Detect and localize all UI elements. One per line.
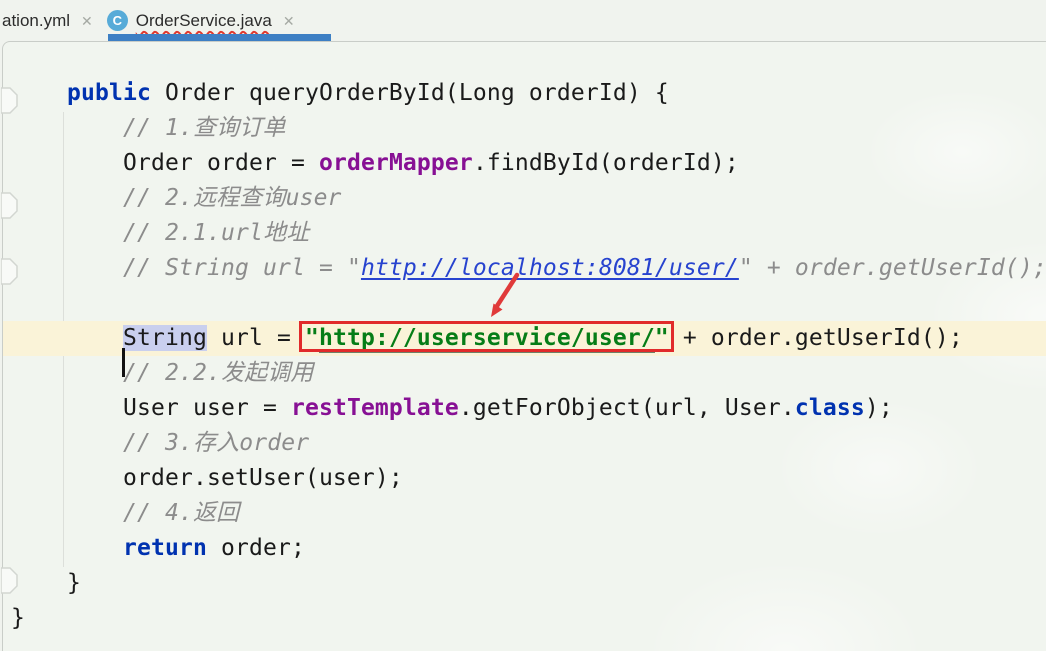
code-token: + order.getUserId(); <box>669 325 963 351</box>
code-line[interactable]: } <box>3 566 1046 601</box>
java-class-icon: C <box>107 10 128 31</box>
code-token: ); <box>865 395 893 421</box>
code-line[interactable]: return order; <box>3 531 1046 566</box>
code-token: // 2.远程查询user <box>123 185 342 211</box>
code-token: // String url = " <box>123 255 361 281</box>
code-token <box>11 325 123 351</box>
code-token <box>11 360 123 386</box>
code-token: order.setUser(user); <box>11 465 403 491</box>
annotation-arrow-icon <box>470 265 530 327</box>
code-token: Order queryOrderById(Long orderId) { <box>151 80 669 106</box>
code-token <box>11 500 123 526</box>
code-token: } <box>11 570 81 596</box>
code-line[interactable]: // 4.返回 <box>3 496 1046 531</box>
code-token <box>11 185 123 211</box>
tab-application-yml[interactable]: ation.yml ✕ <box>0 0 93 41</box>
code-token: // 3.存入order <box>123 430 309 456</box>
code-token <box>11 535 123 561</box>
code-token: // 1.查询订单 <box>123 115 286 141</box>
code-token: .getForObject(url, User. <box>459 395 795 421</box>
annotation-red-box: "http://userservice/user/" <box>305 325 669 351</box>
code-token: // 4.返回 <box>123 500 239 526</box>
code-token: } <box>11 605 25 631</box>
code-token: return <box>123 535 207 561</box>
tab-label: OrderService.java <box>136 11 272 31</box>
code-token: class <box>795 395 865 421</box>
code-line[interactable]: order.setUser(user); <box>3 461 1046 496</box>
code-token: " <box>305 325 319 351</box>
code-token: url = <box>207 325 305 351</box>
editor-tab-bar: ation.yml ✕ C OrderService.java ✕ <box>0 0 1046 41</box>
close-icon[interactable]: ✕ <box>283 14 295 28</box>
code-token <box>11 220 123 246</box>
code-line[interactable]: // 3.存入order <box>3 426 1046 461</box>
code-token: public <box>67 80 151 106</box>
code-token: orderMapper <box>319 150 473 176</box>
code-line[interactable]: // 2.1.url地址 <box>3 216 1046 251</box>
code-line[interactable]: // 1.查询订单 <box>3 111 1046 146</box>
code-token: http://localhost:8081/user/ <box>361 255 739 281</box>
code-area[interactable]: public Order queryOrderById(Long orderId… <box>3 76 1046 636</box>
code-editor[interactable]: public Order queryOrderById(Long orderId… <box>2 41 1046 651</box>
code-token: // 2.2.发起调用 <box>123 360 314 386</box>
tab-label: ation.yml <box>2 11 70 31</box>
code-token <box>11 430 123 456</box>
code-token <box>11 80 67 106</box>
code-token: order; <box>207 535 305 561</box>
code-token: http://userservice/user/ <box>319 325 655 353</box>
code-line[interactable]: // 2.2.发起调用 <box>3 356 1046 391</box>
code-line[interactable]: } <box>3 601 1046 636</box>
code-token: Order order = <box>11 150 319 176</box>
active-tab-indicator <box>108 34 331 41</box>
code-token: // 2.1.url地址 <box>123 220 309 246</box>
code-token: " <box>655 325 669 351</box>
code-line[interactable]: // 2.远程查询user <box>3 181 1046 216</box>
code-line[interactable]: public Order queryOrderById(Long orderId… <box>3 76 1046 111</box>
code-token <box>11 115 123 141</box>
code-token <box>11 255 123 281</box>
code-line[interactable]: Order order = orderMapper.findById(order… <box>3 146 1046 181</box>
code-line[interactable]: User user = restTemplate.getForObject(ur… <box>3 391 1046 426</box>
code-token: restTemplate <box>291 395 459 421</box>
code-token: .findById(orderId); <box>473 150 739 176</box>
code-token: " + order.getUserId(); <box>739 255 1046 281</box>
code-token: String <box>123 325 207 351</box>
close-icon[interactable]: ✕ <box>81 14 93 28</box>
code-token: User user = <box>11 395 291 421</box>
